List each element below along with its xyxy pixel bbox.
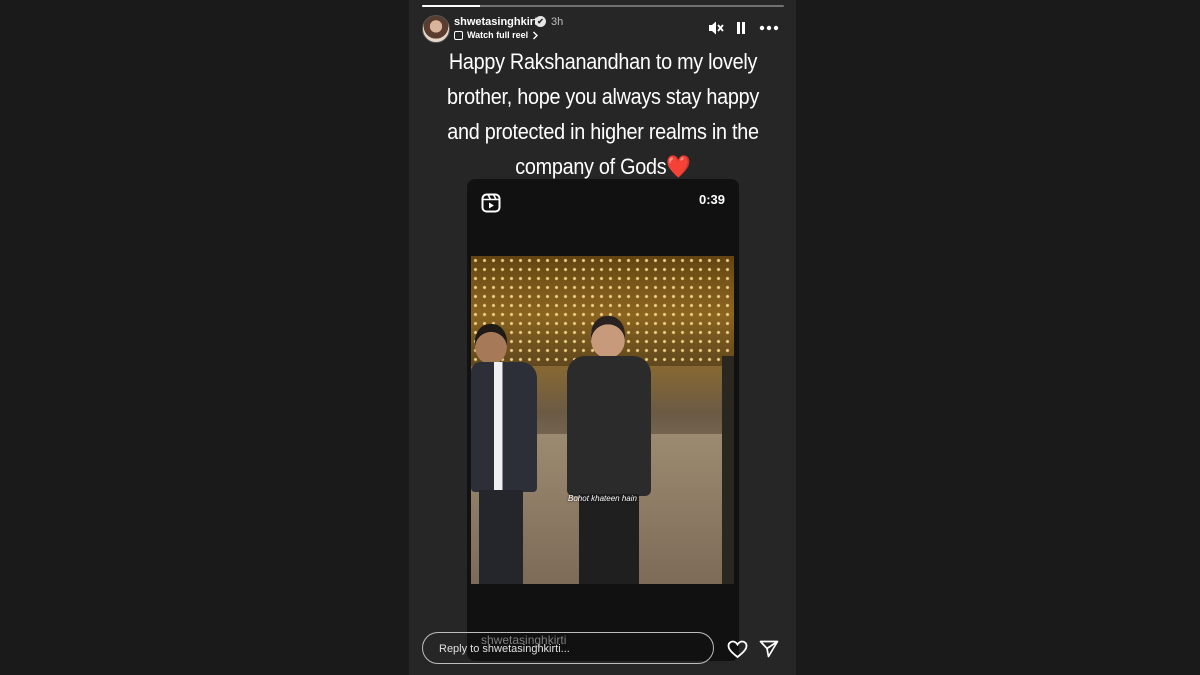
caption-line: and protected in higher realms in the: [447, 119, 759, 144]
heart-icon[interactable]: [727, 640, 748, 659]
story-caption: Happy Rakshanandhan to my lovely brother…: [437, 44, 770, 184]
reels-icon: [481, 193, 501, 213]
shared-reel-card[interactable]: 0:39 Bohot khateen hain: [467, 179, 739, 661]
time-ago: 3h: [551, 16, 564, 28]
verified-badge-icon: ✔: [535, 16, 546, 27]
person-in-suit: [471, 324, 541, 584]
speaker-muted-icon[interactable]: [707, 20, 725, 36]
person-with-microphone: [559, 316, 659, 584]
video-duration: 0:39: [698, 192, 725, 207]
send-icon[interactable]: [759, 640, 779, 658]
chevron-right-icon: [533, 31, 539, 39]
story-progress-bar: [422, 5, 784, 7]
username[interactable]: shwetasinghkirti: [454, 16, 541, 28]
person-partial: [722, 356, 734, 584]
video-subtitle: Bohot khateen hain: [568, 494, 637, 503]
pause-icon[interactable]: [735, 20, 747, 36]
avatar[interactable]: [422, 15, 450, 43]
reel-icon: [454, 30, 463, 40]
reply-input[interactable]: Reply to shwetasinghkirti...: [422, 632, 714, 664]
more-options-icon[interactable]: [759, 20, 779, 36]
story-progress-fill: [422, 5, 480, 7]
caption-line: brother, hope you always stay happy: [447, 84, 759, 109]
watch-full-reel-label: Watch full reel: [467, 30, 529, 40]
watch-full-reel-link[interactable]: Watch full reel: [454, 30, 539, 40]
reel-video-thumbnail[interactable]: Bohot khateen hain: [471, 256, 734, 584]
caption-line: Happy Rakshanandhan to my lovely: [448, 49, 758, 74]
username-watermark: shwetasinghkirti: [481, 633, 567, 647]
